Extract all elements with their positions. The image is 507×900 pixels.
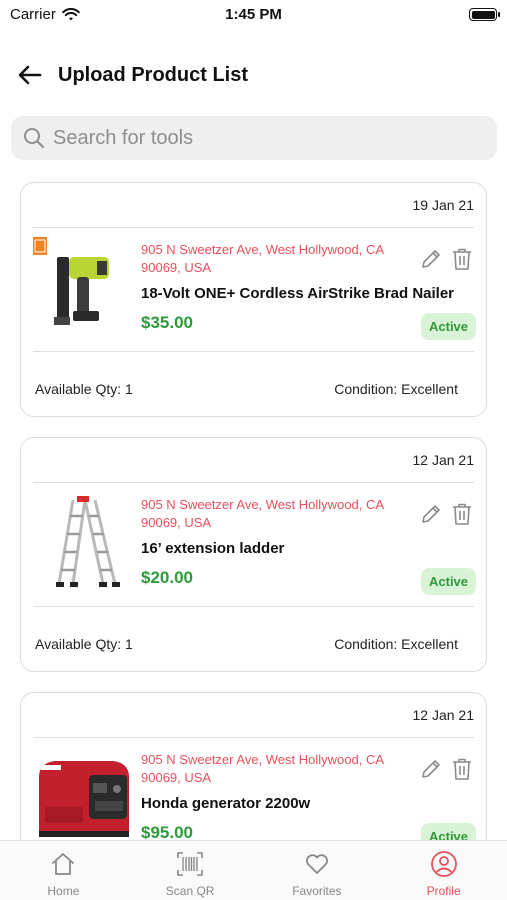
product-date: 12 Jan 21 [412,452,475,468]
product-price: $20.00 [141,568,193,587]
edit-pencil-icon[interactable] [419,247,443,271]
divider [33,606,474,607]
trash-icon[interactable] [451,247,473,271]
product-address: 905 N Sweetzer Ave, West Hollywood, CA 9… [141,752,384,785]
edit-pencil-icon[interactable] [419,757,443,781]
trash-icon[interactable] [451,757,473,781]
tab-favorites[interactable]: Favorites [254,841,381,900]
barcode-scan-icon [177,852,203,876]
battery-icon [469,8,500,21]
search-input[interactable] [53,126,473,150]
tab-profile[interactable]: Profile [380,841,507,900]
status-bar: Carrier 1:45 PM [0,0,507,30]
product-list: 19 Jan 21 905 N Sweetzer Ave, West Holly… [20,182,487,840]
tab-scan-label: Scan QR [165,884,215,898]
heart-icon [305,854,328,874]
product-address: 905 N Sweetzer Ave, West Hollywood, CA 9… [141,242,384,275]
brad-nailer-image [33,237,109,325]
product-price: $35.00 [141,313,193,332]
tab-scan-qr[interactable]: Scan QR [127,841,254,900]
product-card[interactable]: 12 Jan 21 905 N Sweetzer Ave, West Holly… [20,692,487,840]
product-card[interactable]: 19 Jan 21 905 N Sweetzer Ave, West Holly… [20,182,487,417]
extension-ladder-image [56,496,120,587]
product-address: 905 N Sweetzer Ave, West Hollywood, CA 9… [141,497,384,530]
tab-profile-label: Profile [426,884,461,898]
trash-icon[interactable] [451,502,473,526]
divider [33,227,474,228]
condition: Condition: Excellent [334,381,458,397]
profile-icon [430,851,457,877]
page-title: Upload Product List [58,64,248,86]
divider [33,351,474,352]
tab-home-label: Home [47,884,80,898]
back-arrow-icon[interactable] [16,61,44,89]
available-qty: Available Qty: 1 [35,381,133,397]
generator-image [39,761,129,837]
product-date: 19 Jan 21 [412,197,475,213]
product-name: 16’ extension ladder [141,540,285,557]
status-badge: Active [421,568,477,595]
product-name: Honda generator 2200w [141,795,311,812]
bottom-tab-bar: Home Scan QR Favorites Profile [0,840,507,900]
product-date: 12 Jan 21 [412,707,475,723]
status-badge: Active [421,313,477,340]
divider [33,737,474,738]
product-price: $95.00 [141,823,193,840]
available-qty: Available Qty: 1 [35,636,133,652]
product-card[interactable]: 12 Jan 21 905 N Sweetzer Ave, West Holly… [20,437,487,672]
page-header: Upload Product List [0,55,507,95]
search-bar[interactable] [11,116,497,160]
edit-pencil-icon[interactable] [419,502,443,526]
product-name: 18-Volt ONE+ Cordless AirStrike Brad Nai… [141,285,455,302]
tab-favorites-label: Favorites [292,884,342,898]
status-time: 1:45 PM [225,6,282,23]
search-icon [24,128,45,149]
divider [33,482,474,483]
condition: Condition: Excellent [334,636,458,652]
tab-home[interactable]: Home [0,841,127,900]
home-icon [52,853,75,875]
status-badge: Active [421,823,477,840]
